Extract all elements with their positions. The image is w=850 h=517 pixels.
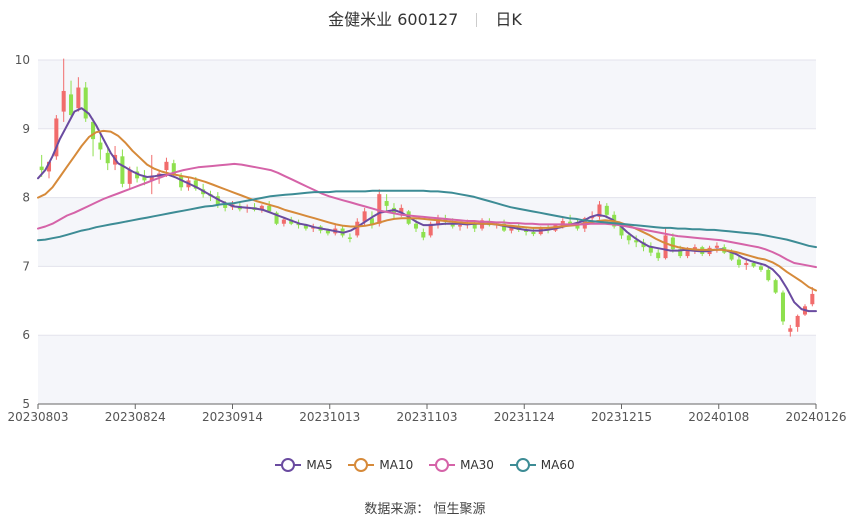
- legend-label-ma5: MA5: [306, 458, 333, 472]
- x-tick-label: 20230914: [202, 410, 263, 424]
- y-tick-label: 5: [22, 397, 30, 411]
- legend-circle: [354, 458, 369, 472]
- candle-body: [773, 280, 778, 293]
- candle-body: [421, 232, 426, 238]
- candle-body: [744, 262, 749, 266]
- y-tick-label: 8: [22, 191, 30, 205]
- legend-label-ma60: MA60: [540, 458, 575, 472]
- y-tick-label: 6: [22, 328, 30, 342]
- legend-label-ma10: MA10: [379, 458, 414, 472]
- legend-item-ma5[interactable]: MA5: [275, 458, 333, 472]
- grid-band: [38, 197, 816, 267]
- candle-body: [267, 205, 272, 212]
- x-tick-label: 20231215: [591, 410, 652, 424]
- candle-body: [758, 266, 763, 270]
- candle-body: [384, 201, 389, 206]
- candle-body: [69, 94, 74, 116]
- candle-body: [663, 235, 668, 259]
- candle-body: [105, 152, 110, 164]
- candle-body: [656, 252, 661, 259]
- candle-body: [98, 142, 103, 150]
- x-tick-label: 20230824: [105, 410, 166, 424]
- legend-marker-ma30: [429, 458, 456, 472]
- chart-legend: MA5 MA10 MA30 MA60: [0, 458, 850, 475]
- candle-body: [413, 223, 419, 229]
- y-tick-label: 7: [22, 259, 30, 273]
- x-tick-label: 20231013: [299, 410, 360, 424]
- legend-marker-ma10: [348, 458, 375, 472]
- candle-body: [83, 87, 88, 119]
- legend-marker-ma5: [275, 458, 302, 472]
- candle-body: [458, 225, 463, 227]
- candle-body: [281, 219, 286, 224]
- candle-body: [531, 232, 536, 235]
- legend-item-ma60[interactable]: MA60: [509, 458, 575, 472]
- candle-body: [377, 194, 382, 224]
- candle-body: [810, 293, 815, 305]
- candle-body: [39, 166, 44, 171]
- candle-body: [751, 262, 756, 267]
- candle-body: [61, 90, 66, 112]
- candle-body: [788, 328, 793, 332]
- x-tick-label: 20231124: [494, 410, 555, 424]
- legend-label-ma30: MA30: [460, 458, 494, 472]
- legend-circle: [435, 458, 450, 472]
- x-tick-label: 20240108: [688, 410, 749, 424]
- candle-body: [325, 230, 330, 234]
- legend-marker-ma60: [509, 458, 536, 472]
- data-source: 数据来源： 恒生聚源: [364, 502, 486, 517]
- legend-item-ma10[interactable]: MA10: [348, 458, 413, 472]
- candle-body: [164, 161, 169, 171]
- candle-body: [714, 245, 719, 248]
- legend-circle: [281, 458, 296, 472]
- x-tick-label: 20230803: [7, 410, 68, 424]
- candle-body: [604, 205, 609, 215]
- grid-band: [38, 60, 816, 129]
- candlestick-chart[interactable]: 5 6 7 8 9 10 20230803 20230824 20230914 20231013 2…: [0, 0, 850, 517]
- candle-body: [120, 156, 125, 184]
- candle-body: [127, 170, 132, 184]
- candle-body: [795, 315, 800, 327]
- candle-body: [766, 269, 771, 281]
- legend-circle: [515, 458, 530, 472]
- y-tick-label: 10: [15, 53, 30, 67]
- y-tick-label: 9: [22, 122, 30, 136]
- candle-body: [736, 259, 741, 266]
- candle-body: [76, 87, 81, 109]
- legend-item-ma30[interactable]: MA30: [429, 458, 494, 472]
- candle-body: [670, 237, 675, 250]
- candle-body: [626, 235, 631, 241]
- x-tick-label: 20231103: [396, 410, 457, 424]
- grid-band: [38, 335, 816, 404]
- x-tick-label: 20240126: [785, 410, 846, 424]
- candle-body: [780, 292, 785, 322]
- candle-body: [347, 237, 352, 239]
